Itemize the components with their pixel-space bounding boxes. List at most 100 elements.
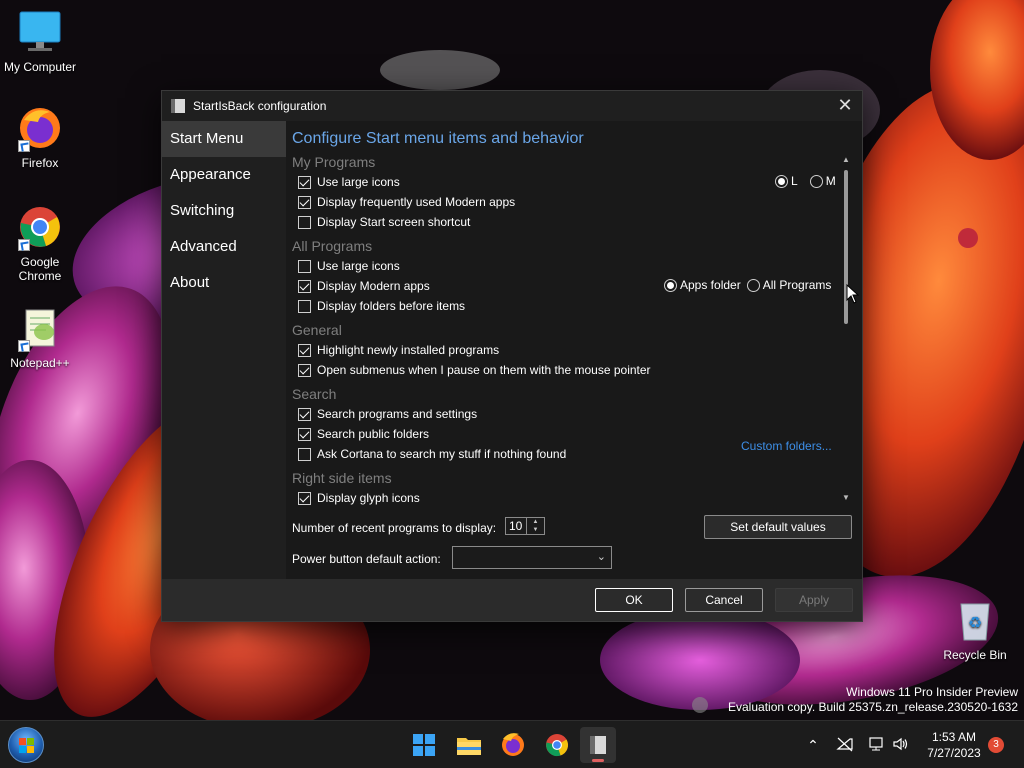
radio-label: All Programs	[762, 278, 832, 292]
nav-item-start-menu[interactable]: Start Menu	[162, 121, 286, 157]
checkbox[interactable]	[298, 427, 311, 441]
windows-watermark: Windows 11 Pro Insider Preview Evaluatio…	[728, 685, 1018, 715]
radio[interactable]	[746, 278, 760, 292]
checkbox[interactable]	[298, 215, 311, 229]
desktop-icon-firefox[interactable]: Firefox	[0, 104, 80, 170]
checkbox[interactable]	[298, 195, 311, 209]
volume-icon[interactable]	[890, 735, 910, 755]
radio-label: M	[825, 174, 836, 188]
recycle-bin-icon: ♻	[951, 596, 999, 644]
option-mp-start-screen-shortcut[interactable]: Display Start screen shortcut	[298, 214, 470, 230]
scroll-down-arrow-icon[interactable]: ▼	[838, 492, 854, 504]
dialog-titlebar[interactable]: StartIsBack configuration ✕	[162, 91, 862, 121]
firefox-icon	[16, 104, 64, 152]
taskbar-file-explorer-icon[interactable]	[451, 727, 487, 763]
checkbox[interactable]	[298, 175, 311, 189]
recent-programs-stepper[interactable]: 10 ▲ ▼	[505, 517, 545, 535]
nav-item-advanced[interactable]: Advanced	[162, 229, 286, 265]
spin-up-icon[interactable]: ▲	[527, 518, 544, 526]
radio-all-programs[interactable]: All Programs	[746, 278, 832, 292]
checkbox[interactable]	[298, 259, 311, 273]
modern-apps-radio-group: Apps folder All Programs	[658, 278, 831, 292]
option-label: Display Modern apps	[317, 279, 430, 293]
option-label: Highlight newly installed programs	[317, 343, 500, 357]
desktop-icon-google-chrome[interactable]: Google Chrome	[0, 203, 80, 283]
show-hidden-icons-chevron-up-icon[interactable]: ⌃	[803, 735, 823, 755]
options-scroll-area: My Programs Use large icons L M Display …	[286, 154, 838, 511]
apply-button[interactable]: Apply	[775, 588, 853, 612]
notification-badge[interactable]: 3	[988, 737, 1004, 753]
taskbar-clock[interactable]: 1:53 AM 7/27/2023	[918, 729, 990, 761]
radio-label: L	[791, 174, 798, 188]
option-ask-cortana[interactable]: Ask Cortana to search my stuff if nothin…	[298, 446, 566, 462]
taskbar-start-icon[interactable]	[406, 727, 442, 763]
mouse-pointer-icon	[846, 284, 860, 304]
option-search-programs-settings[interactable]: Search programs and settings	[298, 406, 477, 422]
checkbox[interactable]	[298, 279, 311, 293]
desktop-icon-notepad-plus-plus[interactable]: Notepad++	[0, 304, 80, 370]
section-general: General	[292, 322, 342, 338]
close-button[interactable]: ✕	[834, 95, 856, 117]
radio-size-l[interactable]: L	[775, 174, 798, 188]
checkbox[interactable]	[298, 447, 311, 461]
recent-programs-value[interactable]: 10	[506, 518, 526, 534]
settings-content: Configure Start menu items and behavior …	[286, 121, 862, 579]
nav-item-about[interactable]: About	[162, 265, 286, 301]
radio[interactable]	[664, 278, 677, 292]
option-mp-display-modern-apps[interactable]: Display frequently used Modern apps	[298, 194, 515, 210]
clock-time: 1:53 AM	[931, 730, 977, 744]
startisback-app-icon	[171, 99, 185, 113]
spin-down-icon[interactable]: ▼	[527, 526, 544, 534]
active-app-indicator	[592, 759, 604, 762]
option-label: Display Start screen shortcut	[317, 215, 471, 229]
desktop-icon-recycle-bin[interactable]: ♻ Recycle Bin	[935, 596, 1015, 662]
chevron-down-icon: ⌄	[596, 551, 606, 563]
option-label: Use large icons	[317, 259, 400, 273]
option-label: Display frequently used Modern apps	[317, 195, 516, 209]
display-icon[interactable]	[866, 735, 886, 755]
shortcut-arrow-icon	[18, 340, 30, 352]
dialog-nav: Start Menu Appearance Switching Advanced…	[162, 121, 286, 579]
option-ap-display-modern-apps[interactable]: Display Modern apps	[298, 278, 430, 294]
option-label: Ask Cortana to search my stuff if nothin…	[317, 447, 567, 461]
checkbox[interactable]	[298, 363, 311, 377]
option-highlight-new-programs[interactable]: Highlight newly installed programs	[298, 342, 499, 358]
option-ap-folders-before-items[interactable]: Display folders before items	[298, 298, 465, 314]
radio[interactable]	[775, 174, 788, 188]
network-icon[interactable]	[835, 735, 855, 755]
radio-size-m[interactable]: M	[809, 174, 836, 188]
custom-folders-link[interactable]: Custom folders...	[741, 439, 832, 453]
option-open-submenus-on-pause[interactable]: Open submenus when I pause on them with …	[298, 362, 651, 378]
nav-item-appearance[interactable]: Appearance	[162, 157, 286, 193]
option-display-glyph-icons[interactable]: Display glyph icons	[298, 490, 420, 506]
scroll-up-arrow-icon[interactable]: ▲	[838, 154, 854, 166]
desktop-icon-my-computer[interactable]: My Computer	[0, 8, 80, 74]
start-orb-icon[interactable]	[8, 727, 44, 763]
option-mp-use-large-icons[interactable]: Use large icons	[298, 174, 400, 190]
desktop-icon-label: Notepad++	[10, 356, 70, 370]
option-search-public-folders[interactable]: Search public folders	[298, 426, 429, 442]
startisback-config-dialog: StartIsBack configuration ✕ Start Menu A…	[161, 90, 863, 622]
desktop-icon-label: Google Chrome	[18, 255, 62, 283]
desktop-icon-label: My Computer	[3, 60, 77, 74]
ok-button[interactable]: OK	[595, 588, 673, 612]
checkbox[interactable]	[298, 491, 311, 505]
cancel-button[interactable]: Cancel	[685, 588, 763, 612]
checkbox[interactable]	[298, 343, 311, 357]
taskbar-firefox-icon[interactable]	[495, 727, 531, 763]
chrome-icon	[16, 203, 64, 251]
nav-item-switching[interactable]: Switching	[162, 193, 286, 229]
power-button-dropdown[interactable]: ⌄	[452, 546, 612, 569]
options-scrollbar[interactable]: ▲ ▼	[838, 154, 854, 504]
option-ap-use-large-icons[interactable]: Use large icons	[298, 258, 400, 274]
option-label: Search programs and settings	[317, 407, 478, 421]
radio[interactable]	[809, 174, 823, 188]
section-all-programs: All Programs	[292, 238, 373, 254]
taskbar-startisback-icon[interactable]	[580, 727, 616, 763]
checkbox[interactable]	[298, 407, 311, 421]
option-label: Use large icons	[317, 175, 400, 189]
radio-apps-folder[interactable]: Apps folder	[664, 278, 741, 292]
set-default-values-button[interactable]: Set default values	[704, 515, 852, 539]
checkbox[interactable]	[298, 299, 311, 313]
taskbar-chrome-icon[interactable]	[539, 727, 575, 763]
